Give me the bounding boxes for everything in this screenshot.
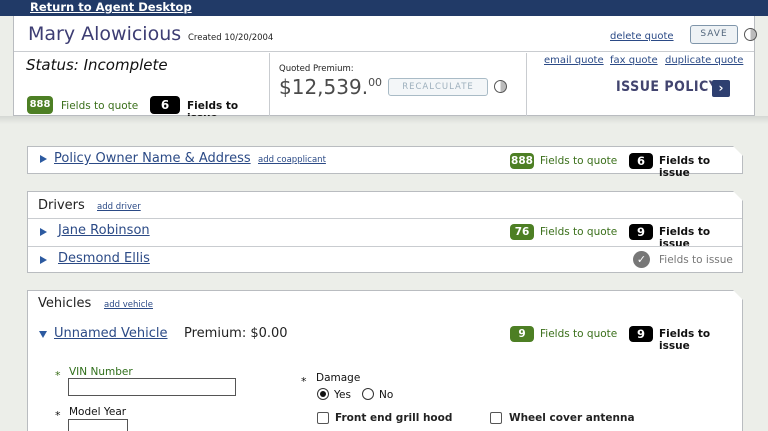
driver-row[interactable]: Desmond Ellis ✓ Fields to issue xyxy=(28,247,742,274)
quoted-premium-main: $12,539. xyxy=(279,75,369,99)
policy-owner-link[interactable]: Policy Owner Name & Address xyxy=(54,151,251,166)
driver-name-link[interactable]: Jane Robinson xyxy=(58,223,150,238)
required-marker: * xyxy=(301,375,307,388)
quote-status: Status: Incomplete xyxy=(26,56,168,74)
status-section: Status: Incomplete 888 Fields to quote 6… xyxy=(14,53,270,124)
vehicle-premium: Premium: $0.00 xyxy=(184,326,288,341)
quoted-premium-value: $12,539.00 xyxy=(279,75,382,99)
fields-to-quote-label: Fields to quote xyxy=(540,226,618,238)
vehicles-panel: Vehicles add vehicle Unnamed Vehicle Pre… xyxy=(27,290,743,431)
damage-yes-label: Yes xyxy=(334,389,351,401)
save-button[interactable]: SAVE xyxy=(690,25,738,44)
damage-no-label: No xyxy=(379,389,394,401)
fields-to-quote-badge: 888 xyxy=(27,96,53,114)
required-marker: * xyxy=(55,369,61,382)
fields-to-quote-label: Fields to quote xyxy=(540,155,618,167)
expand-arrow-icon[interactable] xyxy=(40,256,47,264)
add-driver-link[interactable]: add driver xyxy=(97,202,141,212)
required-marker: * xyxy=(55,409,61,422)
fields-to-issue-label: Fields to issue xyxy=(659,254,733,266)
header-top-row: Mary Alowicious Created 10/20/2004 delet… xyxy=(14,16,757,52)
model-year-input[interactable] xyxy=(68,419,128,431)
checkmark-icon: ✓ xyxy=(633,251,650,268)
fields-to-issue-label: Fields to issue xyxy=(659,155,711,179)
wheel-cover-antenna-checkbox[interactable] xyxy=(490,412,502,424)
premium-section: Quoted Premium: $12,539.00 RECALCULATE xyxy=(271,53,527,116)
delete-quote-link[interactable]: delete quote xyxy=(610,31,674,42)
header-shadow xyxy=(0,116,768,124)
save-progress-icon xyxy=(744,28,757,41)
front-end-grill-hood-checkbox[interactable] xyxy=(317,412,329,424)
vehicles-heading: Vehicles xyxy=(38,296,92,311)
fields-to-issue-badge: 9 xyxy=(629,326,653,342)
damage-no-radio[interactable] xyxy=(362,388,374,400)
fields-to-quote-label: Fields to quote xyxy=(61,100,139,112)
vehicle-name-link[interactable]: Unnamed Vehicle xyxy=(54,326,168,341)
customer-name: Mary Alowicious xyxy=(28,23,182,45)
vin-input[interactable] xyxy=(68,378,236,396)
wheel-cover-antenna-label: Wheel cover antenna xyxy=(509,412,635,424)
expand-arrow-icon[interactable] xyxy=(40,228,47,236)
front-end-grill-hood-label: Front end grill hood xyxy=(335,412,453,424)
issue-policy-button[interactable]: ISSUE POLICY xyxy=(616,79,718,95)
model-year-label: Model Year xyxy=(69,406,127,418)
chevron-right-icon[interactable]: › xyxy=(712,80,730,97)
created-date: Created 10/20/2004 xyxy=(188,33,274,43)
fields-to-quote-badge: 76 xyxy=(510,224,534,240)
fields-to-issue-badge: 6 xyxy=(150,96,180,114)
drivers-heading: Drivers xyxy=(38,198,85,213)
driver-row[interactable]: Jane Robinson 76 Fields to quote 9 Field… xyxy=(28,219,742,250)
quote-header: Mary Alowicious Created 10/20/2004 delet… xyxy=(13,16,757,124)
duplicate-quote-link[interactable]: duplicate quote xyxy=(665,55,743,66)
recalculate-button[interactable]: RECALCULATE xyxy=(388,78,488,96)
fields-to-quote-badge: 9 xyxy=(510,326,534,342)
email-quote-link[interactable]: email quote xyxy=(544,55,604,66)
fields-to-issue-badge: 6 xyxy=(629,153,653,169)
policy-owner-panel: Policy Owner Name & Address add coapplic… xyxy=(27,146,743,179)
panel-corner xyxy=(733,290,743,300)
add-coapplicant-link[interactable]: add coapplicant xyxy=(258,155,326,165)
driver-name-link[interactable]: Desmond Ellis xyxy=(58,251,150,266)
damage-label: Damage xyxy=(316,372,361,384)
panel-corner xyxy=(733,191,743,201)
fields-to-issue-label: Fields to issue xyxy=(659,328,711,352)
expand-arrow-icon[interactable] xyxy=(40,155,47,163)
return-to-agent-desktop-link[interactable]: Return to Agent Desktop xyxy=(30,0,192,15)
fax-quote-link[interactable]: fax quote xyxy=(610,55,658,66)
fields-to-quote-badge: 888 xyxy=(510,153,534,169)
drivers-panel: Drivers add driver Jane Robinson 76 Fiel… xyxy=(27,191,743,273)
vin-label: VIN Number xyxy=(69,366,133,378)
quoted-premium-cents: 00 xyxy=(368,76,383,89)
quoted-premium-label: Quoted Premium: xyxy=(279,64,354,74)
recalculate-progress-icon xyxy=(494,80,507,93)
collapse-arrow-icon[interactable] xyxy=(39,331,47,338)
damage-yes-radio[interactable] xyxy=(317,388,329,400)
fields-to-issue-badge: 9 xyxy=(629,224,653,240)
fields-to-quote-label: Fields to quote xyxy=(540,328,618,340)
top-nav-bar: Return to Agent Desktop xyxy=(0,0,768,16)
add-vehicle-link[interactable]: add vehicle xyxy=(104,300,153,310)
